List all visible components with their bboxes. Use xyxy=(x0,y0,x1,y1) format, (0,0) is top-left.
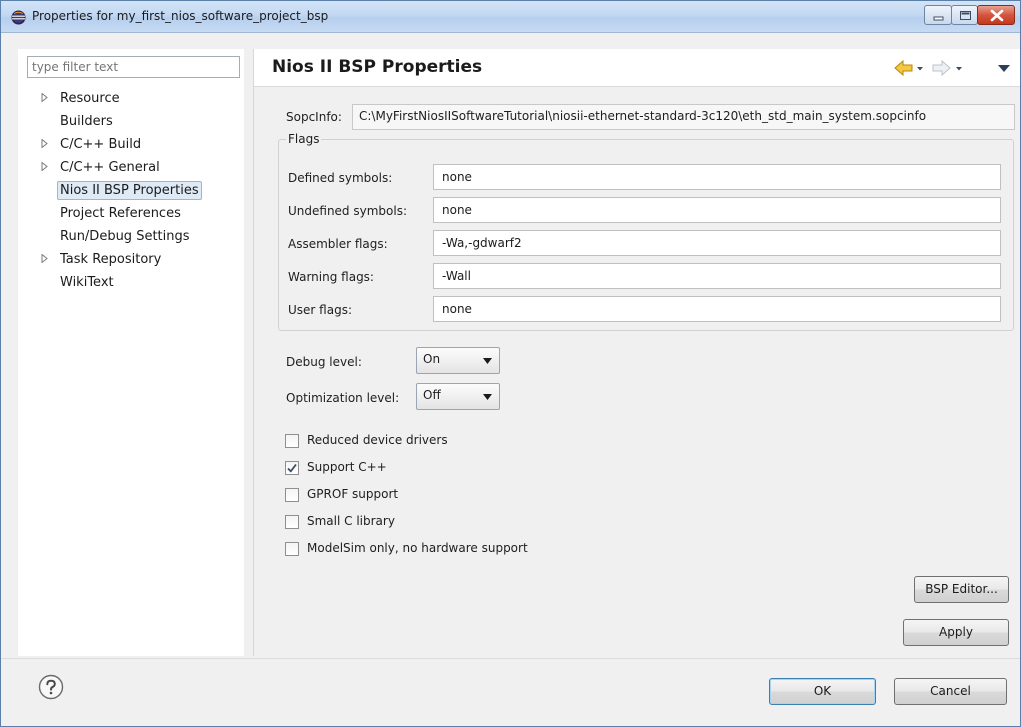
chevron-down-icon xyxy=(483,394,492,400)
warning-flags-input[interactable] xyxy=(433,263,1001,289)
checkmark-icon xyxy=(287,463,297,473)
forward-dropdown-icon[interactable] xyxy=(956,67,962,71)
warning-flags-label: Warning flags: xyxy=(288,270,374,284)
tree-item-label: Task Repository xyxy=(60,252,162,267)
tree-item-run-debug-settings[interactable]: Run/Debug Settings xyxy=(34,227,239,250)
properties-dialog: Properties for my_first_nios_software_pr… xyxy=(0,0,1021,727)
tree-item-wikitext[interactable]: WikiText xyxy=(34,273,239,296)
tree-item-cpp-general[interactable]: C/C++ General xyxy=(34,158,239,181)
bsp-editor-button[interactable]: BSP Editor... xyxy=(914,576,1009,603)
tree-item-builders[interactable]: Builders xyxy=(34,112,239,135)
optimization-level-select[interactable]: Off xyxy=(416,383,500,410)
ok-button[interactable]: OK xyxy=(769,678,876,705)
expand-arrow-icon[interactable] xyxy=(40,93,49,102)
support-cpp-checkbox[interactable] xyxy=(285,461,299,475)
defined-symbols-input[interactable] xyxy=(433,164,1001,190)
user-flags-input[interactable] xyxy=(433,296,1001,322)
tree-item-label: Run/Debug Settings xyxy=(60,229,190,244)
undefined-symbols-input[interactable] xyxy=(433,197,1001,223)
sopcinfo-label: SopcInfo: xyxy=(286,110,342,124)
page-title: Nios II BSP Properties xyxy=(272,57,483,77)
minimize-button[interactable] xyxy=(924,5,952,25)
tree-item-cpp-build[interactable]: C/C++ Build xyxy=(34,135,239,158)
expand-arrow-icon[interactable] xyxy=(40,254,49,263)
undefined-symbols-label: Undefined symbols: xyxy=(288,204,407,218)
support-cpp-label: Support C++ xyxy=(307,460,387,474)
assembler-flags-label: Assembler flags: xyxy=(288,237,388,251)
small-c-library-label: Small C library xyxy=(307,514,395,528)
defined-symbols-label: Defined symbols: xyxy=(288,171,393,185)
chevron-down-icon xyxy=(483,358,492,364)
history-navigation xyxy=(894,59,1010,77)
tree-item-label: Resource xyxy=(60,91,120,106)
cancel-button[interactable]: Cancel xyxy=(894,678,1007,705)
tree-item-task-repository[interactable]: Task Repository xyxy=(34,250,239,273)
window-title: Properties for my_first_nios_software_pr… xyxy=(32,9,329,23)
view-menu-icon[interactable] xyxy=(998,65,1010,72)
preference-tree: Resource Builders C/C++ Build C/C++ Gene… xyxy=(34,89,239,296)
expand-arrow-icon[interactable] xyxy=(40,162,49,171)
debug-level-value: On xyxy=(423,352,441,366)
optimization-level-value: Off xyxy=(423,388,441,402)
reduced-device-drivers-checkbox[interactable] xyxy=(285,434,299,448)
apply-button[interactable]: Apply xyxy=(903,619,1009,646)
maximize-button[interactable] xyxy=(951,5,978,25)
expand-arrow-icon[interactable] xyxy=(40,139,49,148)
optimization-level-label: Optimization level: xyxy=(286,391,400,405)
tree-item-label: C/C++ Build xyxy=(60,137,142,152)
tree-item-label: C/C++ General xyxy=(60,160,160,175)
small-c-library-checkbox[interactable] xyxy=(285,515,299,529)
help-icon[interactable] xyxy=(38,674,64,700)
modelsim-only-checkbox[interactable] xyxy=(285,542,299,556)
close-icon xyxy=(990,9,1004,22)
tree-item-nios-bsp-properties[interactable]: Nios II BSP Properties xyxy=(34,181,239,204)
back-dropdown-icon[interactable] xyxy=(917,67,923,71)
tree-item-label: Project References xyxy=(60,206,181,221)
debug-level-label: Debug level: xyxy=(286,355,362,369)
user-flags-label: User flags: xyxy=(288,303,352,317)
eclipse-icon xyxy=(11,10,26,25)
close-button[interactable] xyxy=(977,5,1015,25)
tree-item-project-references[interactable]: Project References xyxy=(34,204,239,227)
forward-arrow-icon[interactable] xyxy=(932,59,951,77)
filter-input[interactable] xyxy=(27,56,240,78)
gprof-support-checkbox[interactable] xyxy=(285,488,299,502)
title-bar[interactable]: Properties for my_first_nios_software_pr… xyxy=(1,1,1020,33)
tree-item-label: Builders xyxy=(60,114,113,129)
flags-legend: Flags xyxy=(286,132,322,146)
reduced-device-drivers-label: Reduced device drivers xyxy=(307,433,448,447)
assembler-flags-input[interactable] xyxy=(433,230,1001,256)
sopcinfo-field[interactable]: C:\MyFirstNiosIISoftwareTutorial\niosii-… xyxy=(352,104,1015,130)
back-arrow-icon[interactable] xyxy=(894,59,913,77)
panel-sash[interactable] xyxy=(253,49,254,656)
gprof-support-label: GPROF support xyxy=(307,487,399,501)
tree-item-label: WikiText xyxy=(60,275,114,290)
tree-item-label: Nios II BSP Properties xyxy=(57,181,202,200)
tree-item-resource[interactable]: Resource xyxy=(34,89,239,112)
maximize-icon xyxy=(960,11,971,20)
minimize-icon xyxy=(933,16,944,21)
modelsim-only-label: ModelSim only, no hardware support xyxy=(307,541,528,555)
debug-level-select[interactable]: On xyxy=(416,347,500,374)
